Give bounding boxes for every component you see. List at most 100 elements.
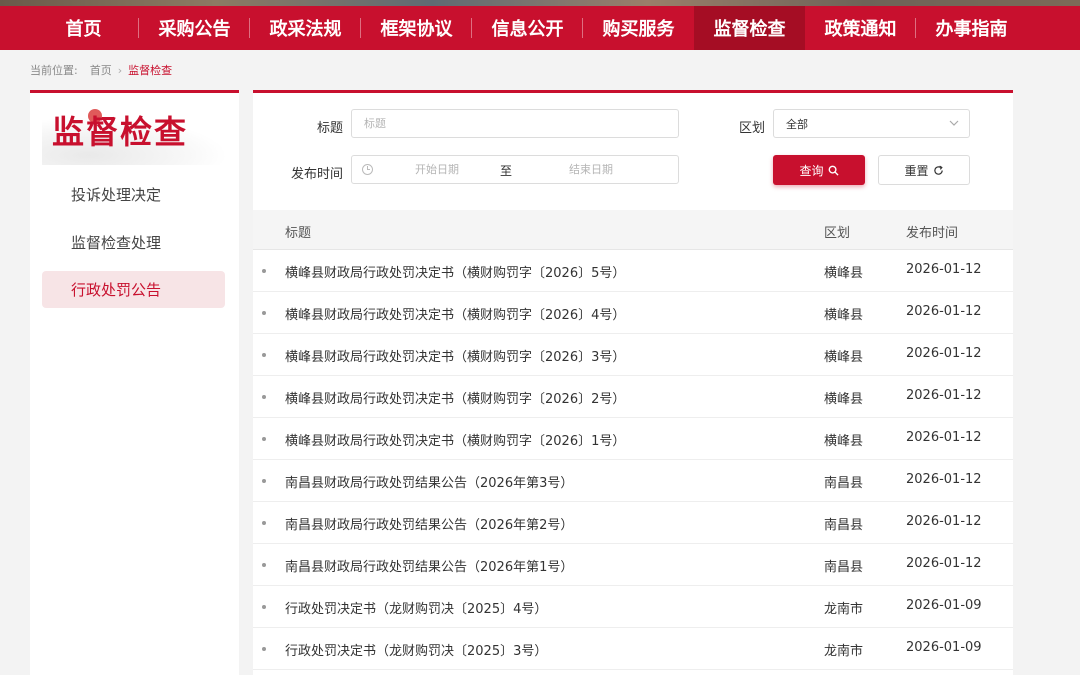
bullet-icon — [262, 437, 266, 441]
sidebar-title: 监督检查 — [52, 113, 189, 151]
region-select-value: 全部 — [786, 117, 808, 131]
table-row[interactable]: 横峰县财政局行政处罚决定书（横财购罚字〔2026〕4号） 横峰县 2026-01… — [253, 292, 1013, 334]
sidebar-item-label: 监督检查处理 — [71, 234, 162, 252]
row-title[interactable]: 横峰县财政局行政处罚决定书（横财购罚字〔2026〕2号） — [285, 388, 625, 407]
refresh-icon — [933, 165, 943, 175]
table-row[interactable]: 南昌县财政局行政处罚结果公告（2026年第3号） 南昌县 2026-01-12 — [253, 460, 1013, 502]
nav-item-framework-agreement[interactable]: 框架协议 — [361, 6, 472, 50]
title-search-input[interactable] — [351, 109, 679, 138]
table-row[interactable]: 南昌县财政局行政处罚结果公告（2026年第2号） 南昌县 2026-01-12 — [253, 502, 1013, 544]
sidebar-item-label: 投诉处理决定 — [71, 186, 162, 204]
sidebar-item-supervision-handling[interactable]: 监督检查处理 — [42, 224, 225, 261]
breadcrumb-prefix: 当前位置: — [30, 64, 78, 77]
column-header-region: 区划 — [824, 226, 851, 241]
row-title[interactable]: 南昌县财政局行政处罚结果公告（2026年第3号） — [285, 472, 573, 491]
table-row[interactable]: 横峰县财政局行政处罚决定书（横财购罚字〔2026〕3号） 横峰县 2026-01… — [253, 334, 1013, 376]
table-row[interactable]: 南昌县财政局行政处罚结果公告（2026年第1号） 南昌县 2026-01-12 — [253, 544, 1013, 586]
row-title[interactable]: 南昌县财政局行政处罚结果公告（2026年第1号） — [285, 556, 573, 575]
sidebar: 监督检查 投诉处理决定 监督检查处理 行政处罚公告 — [30, 90, 239, 675]
row-date: 2026-01-09 — [906, 640, 982, 655]
nav-item-label: 监督检查 — [713, 19, 786, 40]
reset-button[interactable]: 重置 — [878, 155, 970, 185]
table-row[interactable]: 横峰县财政局行政处罚决定书（横财购罚字〔2026〕1号） 横峰县 2026-01… — [253, 418, 1013, 460]
date-range-picker[interactable]: 至 — [351, 155, 679, 184]
title-filter-label: 标题 — [316, 121, 343, 136]
table-row[interactable]: 横峰县财政局行政处罚决定书（横财购罚字〔2026〕5号） 横峰县 2026-01… — [253, 250, 1013, 292]
row-date: 2026-01-12 — [906, 430, 982, 445]
row-date: 2026-01-12 — [906, 556, 982, 571]
row-date: 2026-01-12 — [906, 388, 982, 403]
bullet-icon — [262, 521, 266, 525]
query-button[interactable]: 查询 — [773, 155, 865, 185]
date-filter-label: 发布时间 — [290, 167, 343, 182]
top-nav-bar: 首页 采购公告 政采法规 框架协议 信息公开 购买服务 监督检查 政策通知 办事… — [0, 0, 1080, 50]
main-nav: 首页 采购公告 政采法规 框架协议 信息公开 购买服务 监督检查 政策通知 办事… — [28, 6, 1027, 50]
region-select[interactable]: 全部 — [773, 109, 970, 138]
nav-item-label: 框架协议 — [380, 19, 453, 40]
row-title[interactable]: 横峰县财政局行政处罚决定书（横财购罚字〔2026〕4号） — [285, 304, 625, 323]
row-region: 南昌县 — [824, 518, 864, 533]
reset-button-label: 重置 — [904, 163, 929, 178]
bullet-icon — [262, 311, 266, 315]
row-date: 2026-01-12 — [906, 304, 982, 319]
table-row[interactable]: 横峰县财政局行政处罚决定书（横财购罚字〔2026〕2号） 横峰县 2026-01… — [253, 376, 1013, 418]
end-date-input[interactable] — [520, 156, 662, 183]
nav-item-guide[interactable]: 办事指南 — [916, 6, 1027, 50]
nav-item-label: 政采法规 — [269, 19, 342, 40]
row-region: 横峰县 — [824, 308, 864, 323]
nav-item-procurement-notices[interactable]: 采购公告 — [139, 6, 250, 50]
query-button-label: 查询 — [799, 163, 824, 178]
table-row[interactable]: 行政处罚决定书（龙财购罚决〔2025〕4号） 龙南市 2026-01-09 — [253, 586, 1013, 628]
date-range-separator: 至 — [500, 164, 513, 178]
row-date: 2026-01-12 — [906, 346, 982, 361]
nav-item-disclosure[interactable]: 信息公开 — [472, 6, 583, 50]
chevron-down-icon — [949, 120, 959, 126]
chevron-right-icon: › — [117, 63, 123, 77]
row-title[interactable]: 行政处罚决定书（龙财购罚决〔2025〕4号） — [285, 598, 547, 617]
table-header: 标题 区划 发布时间 — [253, 210, 1013, 250]
row-region: 南昌县 — [824, 476, 864, 491]
row-date: 2026-01-09 — [906, 598, 982, 613]
nav-item-label: 政策通知 — [824, 19, 897, 40]
row-date: 2026-01-12 — [906, 262, 982, 277]
row-region: 横峰县 — [824, 392, 864, 407]
bullet-icon — [262, 479, 266, 483]
clock-icon — [362, 164, 373, 175]
bullet-icon — [262, 605, 266, 609]
bullet-icon — [262, 563, 266, 567]
breadcrumb: 当前位置: 首页 › 监督检查 — [30, 62, 172, 78]
row-date: 2026-01-12 — [906, 472, 982, 487]
nav-item-label: 办事指南 — [935, 19, 1008, 40]
table-row[interactable]: 行政处罚决定书（龙财购罚决〔2025〕3号） 龙南市 2026-01-09 — [253, 628, 1013, 670]
sidebar-item-label: 行政处罚公告 — [71, 281, 162, 299]
row-region: 龙南市 — [824, 644, 864, 659]
nav-item-label: 首页 — [65, 19, 102, 40]
breadcrumb-current: 监督检查 — [128, 64, 173, 77]
row-title[interactable]: 横峰县财政局行政处罚决定书（横财购罚字〔2026〕5号） — [285, 262, 625, 281]
nav-item-home[interactable]: 首页 — [28, 6, 139, 50]
nav-item-regulations[interactable]: 政采法规 — [250, 6, 361, 50]
main-content: 标题 区划 全部 发布时间 至 查询 重置 标题 区划 发布时间 横峰县财政局行… — [253, 90, 1013, 675]
nav-item-purchase-services[interactable]: 购买服务 — [583, 6, 694, 50]
bullet-icon — [262, 647, 266, 651]
row-region: 横峰县 — [824, 350, 864, 365]
bullet-icon — [262, 395, 266, 399]
row-title[interactable]: 横峰县财政局行政处罚决定书（横财购罚字〔2026〕1号） — [285, 430, 625, 449]
sidebar-item-complaint-decisions[interactable]: 投诉处理决定 — [42, 176, 225, 213]
breadcrumb-home[interactable]: 首页 — [90, 62, 112, 78]
nav-item-label: 信息公开 — [491, 19, 564, 40]
search-icon — [828, 165, 839, 176]
row-title[interactable]: 行政处罚决定书（龙财购罚决〔2025〕3号） — [285, 640, 547, 659]
sidebar-item-administrative-penalty[interactable]: 行政处罚公告 — [42, 271, 225, 308]
region-filter-label: 区划 — [738, 121, 765, 136]
bullet-icon — [262, 269, 266, 273]
row-title[interactable]: 南昌县财政局行政处罚结果公告（2026年第2号） — [285, 514, 573, 533]
row-region: 横峰县 — [824, 434, 864, 449]
row-region: 南昌县 — [824, 560, 864, 575]
nav-item-supervision[interactable]: 监督检查 — [694, 6, 805, 50]
nav-item-label: 采购公告 — [158, 19, 231, 40]
start-date-input[interactable] — [382, 156, 492, 183]
row-title[interactable]: 横峰县财政局行政处罚决定书（横财购罚字〔2026〕3号） — [285, 346, 625, 365]
nav-item-policy-notices[interactable]: 政策通知 — [805, 6, 916, 50]
column-header-date: 发布时间 — [906, 226, 959, 241]
